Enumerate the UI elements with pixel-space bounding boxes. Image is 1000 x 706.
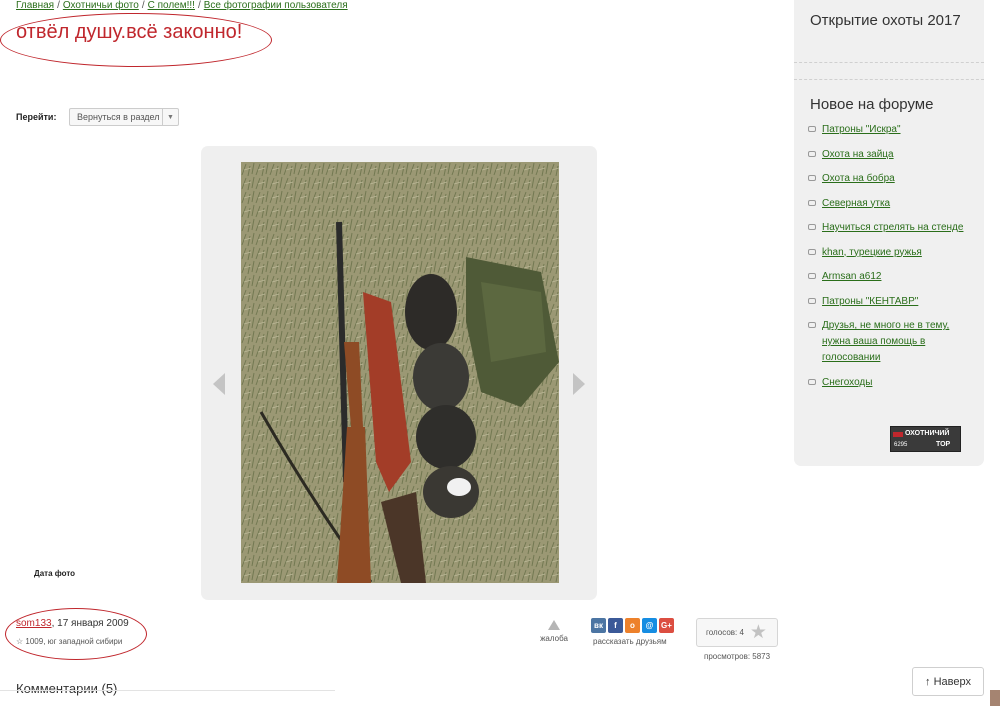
list-item: khan, турецкие ружья [808,245,978,261]
divider [794,62,984,63]
author-highlight-ellipse [5,608,147,660]
photo-of-shotgun-and-ducks-icon [241,162,559,583]
list-item: Научиться стрелять на стенде [808,220,978,236]
forum-link[interactable]: Охота на зайца [822,149,894,160]
badge-counter: 6295 [894,442,908,448]
odnoklassniki-icon[interactable]: о [625,618,640,633]
goto-select-value: Вернуться в раздел [77,112,160,122]
star-icon: ★ [749,622,767,643]
chevron-down-icon: ▼ [162,109,178,125]
sidebar: Открытие охоты 2017 Новое на форуме Патр… [794,0,984,466]
list-item: Друзья, не много не в тему, нужна ваша п… [808,318,978,366]
divider [794,79,984,80]
list-item: Патроны "КЕНТАВР" [808,294,978,310]
breadcrumb-separator: / [197,0,201,11]
comment-bubble-icon [808,248,816,255]
forum-link[interactable]: Патроны "КЕНТАВР" [822,296,918,307]
forum-link[interactable]: Друзья, не много не в тему, нужна ваша п… [822,320,949,363]
page-title: отвёл душу.всё законно! [16,21,243,43]
share-label: рассказать друзьям [593,637,667,646]
next-photo-arrow-icon[interactable] [573,373,585,395]
list-item: Охота на бобра [808,171,978,187]
author-meta: ☆ 1009, юг западной сибири [16,637,122,646]
star-outline-icon: ☆ [16,637,24,646]
badge-gun-icon [893,432,903,437]
breadcrumb-s-polem[interactable]: С полем!!! [148,0,195,11]
author-line: som133, 17 января 2009 [16,618,129,629]
author-name-link[interactable]: som133 [16,618,52,629]
comment-bubble-icon [808,378,816,385]
previous-photo-arrow-icon[interactable] [213,373,225,395]
comment-bubble-icon [808,175,816,182]
comments-heading: Комментарии (5) [16,681,118,696]
list-item: Северная утка [808,196,978,212]
goto-section-select[interactable]: Вернуться в раздел ▼ [69,108,179,126]
back-to-top-button[interactable]: ↑ Наверх [912,667,984,696]
forum-link[interactable]: Патроны "Искра" [822,124,901,135]
list-item: Снегоходы [808,375,978,391]
photo-date-label: Дата фото [34,569,76,578]
badge-top-label: ТОР [936,441,951,448]
breadcrumb-separator: / [141,0,145,11]
warning-icon [548,620,560,630]
photo-date: , 17 января 2009 [51,618,129,629]
share-icons: вк f о @ G+ [591,618,674,633]
forum-list: Патроны "Искра" Охота на зайца Охота на … [808,122,978,399]
breadcrumb-home[interactable]: Главная [16,0,54,11]
forum-link[interactable]: khan, турецкие ружья [822,247,922,258]
comment-bubble-icon [808,273,816,280]
comment-bubble-icon [808,150,816,157]
hunting-photo[interactable] [241,162,559,583]
goto-label: Перейти: [16,112,57,122]
votes-count: голосов: 4 [706,628,744,637]
breadcrumb-separator: / [57,0,60,11]
facebook-icon[interactable]: f [608,618,623,633]
list-item: Патроны "Искра" [808,122,978,138]
views-count: просмотров: 5873 [704,652,771,661]
comment-bubble-icon [808,297,816,304]
forum-link[interactable]: Снегоходы [822,377,872,388]
forum-link[interactable]: Научиться стрелять на стенде [822,222,963,233]
comment-bubble-icon [808,322,816,329]
moimir-icon[interactable]: @ [642,618,657,633]
forum-link[interactable]: Северная утка [822,198,890,209]
breadcrumb: Главная / Охотничьи фото / С полем!!! / Все фо… [16,0,348,11]
vk-icon[interactable]: вк [591,618,606,633]
badge-title: ОХОТНИЧИЙ [905,430,950,437]
sidebar-section-forum: Новое на форуме [810,96,934,113]
comment-bubble-icon [808,224,816,231]
bottom-divider [0,690,335,691]
side-tab[interactable] [990,690,1000,706]
list-item: Охота на зайца [808,147,978,163]
breadcrumb-user-photos[interactable]: Все фотографии пользователя [204,0,348,11]
complaint-label: жалоба [540,634,568,643]
breadcrumb-hunting-photos[interactable]: Охотничьи фото [63,0,139,11]
hunting-top-badge[interactable]: ОХОТНИЧИЙ 6295 ТОР [890,426,961,452]
forum-link[interactable]: Armsan a612 [822,271,881,282]
forum-link[interactable]: Охота на бобра [822,173,895,184]
comment-bubble-icon [808,126,816,133]
comment-bubble-icon [808,199,816,206]
author-rating-location: 1009, юг западной сибири [25,637,123,646]
complaint-button[interactable]: жалоба [536,620,572,643]
vote-button[interactable]: голосов: 4 ★ [696,618,778,647]
list-item: Armsan a612 [808,269,978,285]
googleplus-icon[interactable]: G+ [659,618,674,633]
sidebar-section-hunting-opening[interactable]: Открытие охоты 2017 [810,12,961,29]
